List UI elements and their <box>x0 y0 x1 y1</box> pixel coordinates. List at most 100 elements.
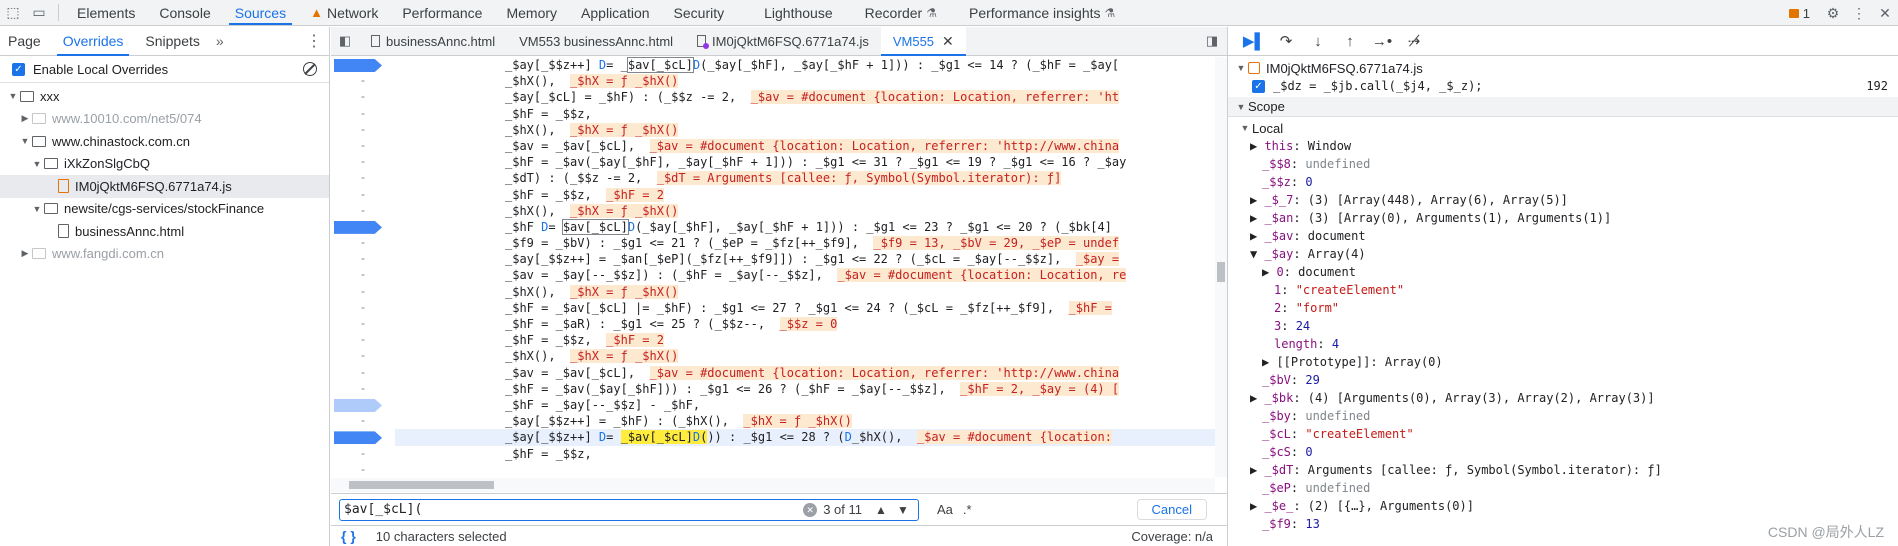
scope-entry[interactable]: ▶ _$dT: Arguments [callee: ƒ, Symbol(Sym… <box>1228 461 1898 479</box>
gutter-line[interactable]: - <box>331 300 395 316</box>
code-line[interactable]: _$hF = _$av[_$cL] |= _$hF) : _$g1 <= 27 … <box>395 300 1227 316</box>
gutter-line[interactable]: - <box>331 413 395 429</box>
code-line[interactable]: _$hX(), _$hX = ƒ _$hX() <box>395 73 1227 89</box>
pretty-print-icon[interactable]: { } <box>341 528 356 544</box>
scope-section-header[interactable]: ▼ Scope <box>1228 97 1898 117</box>
gutter-line[interactable]: - <box>331 267 395 283</box>
gutter-line[interactable]: - <box>331 106 395 122</box>
code-line[interactable]: _$hF = _$ay[--_$$z] - _$hF, <box>395 397 1227 413</box>
issues-counter[interactable]: 1 <box>1779 6 1820 21</box>
code-line[interactable]: _$f9 = _$bV) : _$g1 <= 21 ? (_$eP = _$fz… <box>395 235 1227 251</box>
nav-tab-snippets[interactable]: Snippets <box>137 27 207 55</box>
code-line[interactable]: _$ay[_$cL] = _$hF) : (_$$z -= 2, _$av = … <box>395 89 1227 105</box>
nav-tab-overrides[interactable]: Overrides <box>55 27 132 56</box>
toggle-navigator-icon[interactable]: ◧ <box>331 27 359 55</box>
code-line[interactable]: _$hF = _$aR) : _$g1 <= 25 ? (_$$z--, _$$… <box>395 316 1227 332</box>
code-line[interactable]: _$ay[_$$z++] = _$hF) : (_$hX(), _$hX = ƒ… <box>395 413 1227 429</box>
nav-tab-page[interactable]: Page <box>0 27 49 55</box>
scope-entry[interactable]: _$cS: 0 <box>1228 443 1898 461</box>
deactivate-breakpoints-icon[interactable]: ⇢̸ <box>1398 32 1430 50</box>
regex-button[interactable]: .* <box>963 502 972 517</box>
line-gutter[interactable]: -------------------------- <box>331 57 395 477</box>
gutter-line[interactable]: - <box>331 348 395 364</box>
callstack-frame[interactable]: ▼ IM0jQktM6FSQ.6771a74.js <box>1228 59 1898 77</box>
settings-gear-icon[interactable]: ⚙ <box>1820 5 1846 22</box>
breakpoint-marker[interactable]: - <box>331 429 395 445</box>
breakpoint-checkbox[interactable]: ✓ <box>1252 79 1265 93</box>
scope-entry[interactable]: ▶ this: Window <box>1228 137 1898 155</box>
gutter-line[interactable]: - <box>331 235 395 251</box>
tab-application[interactable]: Application <box>569 0 662 25</box>
toggle-debugger-icon[interactable]: ◨ <box>1197 27 1227 55</box>
scope-entry[interactable]: ▶ _$av: document <box>1228 227 1898 245</box>
code-line[interactable]: _$hF = _$$z, _$hF = 2 <box>395 332 1227 348</box>
gutter-line[interactable]: - <box>331 122 395 138</box>
scope-entry[interactable]: _$$z: 0 <box>1228 173 1898 191</box>
code-line[interactable]: _$hX(), _$hX = ƒ _$hX() <box>395 284 1227 300</box>
breakpoint-marker[interactable]: - <box>331 57 395 73</box>
code-line[interactable]: _$hX(), _$hX = ƒ _$hX() <box>395 348 1227 364</box>
scope-entry[interactable]: 2: "form" <box>1228 299 1898 317</box>
scope-entry[interactable]: ▼ _$ay: Array(4) <box>1228 245 1898 263</box>
code-line[interactable]: _$hX(), _$hX = ƒ _$hX() <box>395 122 1227 138</box>
next-match-icon[interactable]: ▼ <box>892 503 914 517</box>
scope-entry[interactable]: ▶ _$e_: (2) [{…}, Arguments(0)] <box>1228 497 1898 515</box>
vertical-scrollbar[interactable] <box>1215 57 1227 477</box>
tree-item-chinastock[interactable]: ▼ www.chinastock.com.cn <box>0 130 329 153</box>
tree-item-businessannc[interactable]: businessAnnc.html <box>0 220 329 243</box>
tab-performance[interactable]: Performance <box>390 0 494 25</box>
gutter-line[interactable]: - <box>331 381 395 397</box>
step-out-icon[interactable]: ↑ <box>1334 33 1366 50</box>
gutter-line[interactable]: - <box>331 462 395 477</box>
code-line[interactable]: _$hF = _$$z, <box>395 106 1227 122</box>
code-line[interactable]: _$hF D= $av[_$cL]D(_$ay[_$hF], _$ay[_$hF… <box>395 218 1227 235</box>
scope-entry[interactable]: ▶ _$an: (3) [Array(0), Arguments(1), Arg… <box>1228 209 1898 227</box>
gutter-line[interactable]: - <box>331 365 395 381</box>
breakpoint-marker[interactable]: - <box>331 219 395 235</box>
scope-entry[interactable]: ▶ _$bk: (4) [Arguments(0), Array(3), Arr… <box>1228 389 1898 407</box>
tab-memory[interactable]: Memory <box>494 0 569 25</box>
tree-item-xxx[interactable]: ▼ xxx <box>0 85 329 108</box>
more-options-icon[interactable]: ⋮ <box>1846 5 1872 22</box>
close-tab-icon[interactable]: ✕ <box>942 33 954 50</box>
scope-entry[interactable]: _$bV: 29 <box>1228 371 1898 389</box>
step-over-icon[interactable]: ↷ <box>1270 32 1302 50</box>
clear-search-icon[interactable]: ✕ <box>803 502 818 517</box>
gutter-line[interactable]: - <box>331 73 395 89</box>
code-line[interactable]: _$hF = _$$z, _$hF = 2 <box>395 187 1227 203</box>
editor-tab-vm553[interactable]: VM553 businessAnnc.html <box>507 27 685 55</box>
gutter-line[interactable]: - <box>331 138 395 154</box>
code-line[interactable]: _$hF = _$$z, <box>395 446 1227 462</box>
resume-icon[interactable]: ▶▌ <box>1238 32 1270 50</box>
gutter-line[interactable]: - <box>331 332 395 348</box>
gutter-line[interactable]: - <box>331 284 395 300</box>
code-line[interactable]: _$dT) : (_$$z -= 2, _$dT = Arguments [ca… <box>395 170 1227 186</box>
code-line[interactable]: _$ay[_$$z++] = _$an[_$eP](_$fz[++_$f9]])… <box>395 251 1227 267</box>
tab-network[interactable]: ▲ Network <box>298 0 390 25</box>
close-devtools-icon[interactable]: ✕ <box>1872 5 1898 22</box>
scope-entry[interactable]: _$cL: "createElement" <box>1228 425 1898 443</box>
tab-lighthouse[interactable]: Lighthouse <box>736 0 845 25</box>
scrollbar-thumb[interactable] <box>349 481 494 489</box>
scope-entry[interactable]: _$eP: undefined <box>1228 479 1898 497</box>
tab-console[interactable]: Console <box>147 0 222 25</box>
scope-entry[interactable]: ▶ 0: document <box>1228 263 1898 281</box>
navigator-menu-icon[interactable]: ⋮ <box>299 27 329 55</box>
step-into-icon[interactable]: ↓ <box>1302 33 1334 50</box>
code-line[interactable]: _$av = _$ay[--_$$z]) : (_$hF = _$ay[--_$… <box>395 267 1227 283</box>
scope-entry[interactable]: length: 4 <box>1228 335 1898 353</box>
gutter-line[interactable]: - <box>331 170 395 186</box>
editor-tab-im0jq[interactable]: IM0jQktM6FSQ.6771a74.js <box>685 27 881 55</box>
code-line[interactable]: _$hF = _$av(_$ay[_$hF])) : _$g1 <= 26 ? … <box>395 381 1227 397</box>
code-lines[interactable]: _$ay[_$$z++] D= _$av[_$cL]D(_$ay[_$hF], … <box>395 57 1227 477</box>
scope-entry[interactable]: _$$8: undefined <box>1228 155 1898 173</box>
scope-entry[interactable]: 1: "createElement" <box>1228 281 1898 299</box>
inspect-element-icon[interactable]: ⬚ <box>0 0 26 25</box>
gutter-line[interactable]: - <box>331 187 395 203</box>
tree-item-10010[interactable]: ▶ www.10010.com/net5/074 <box>0 108 329 131</box>
scope-entry[interactable]: ▶ _$_7: (3) [Array(448), Array(6), Array… <box>1228 191 1898 209</box>
previous-match-icon[interactable]: ▲ <box>870 503 892 517</box>
tree-item-newsite[interactable]: ▼ newsite/cgs-services/stockFinance <box>0 198 329 221</box>
scope-entry[interactable]: 3: 24 <box>1228 317 1898 335</box>
code-area[interactable]: -------------------------- _$ay[_$$z++] … <box>331 57 1227 477</box>
